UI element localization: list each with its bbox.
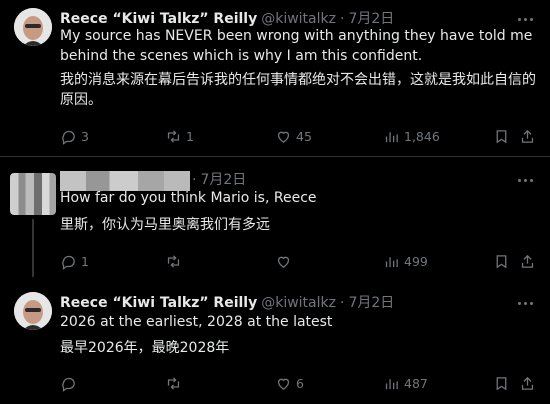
repost-button[interactable] xyxy=(165,253,182,270)
tweet[interactable]: Reece “Kiwi Talkz” Reilly @kiwitalkz · 7… xyxy=(0,282,550,404)
views-icon xyxy=(385,379,398,390)
views-icon xyxy=(385,257,398,268)
tweet-text: 2026 at the earliest, 2028 at the latest xyxy=(60,314,333,330)
author-name[interactable]: Reece “Kiwi Talkz” Reilly xyxy=(60,295,257,311)
views-count: 1,846 xyxy=(404,129,440,144)
avatar[interactable] xyxy=(10,173,56,215)
tweet-translation: 我的消息来源在幕后告诉我的任何事情都绝对不会出错，这就是我如此自信的原因。 xyxy=(60,72,536,108)
reply-button[interactable]: 1 xyxy=(60,253,89,270)
share-button[interactable] xyxy=(519,375,536,392)
separator: · xyxy=(339,11,345,27)
more-icon[interactable] xyxy=(516,171,534,189)
tweet[interactable]: Reece “Kiwi Talkz” Reilly @kiwitalkz · 7… xyxy=(0,0,550,156)
more-icon[interactable] xyxy=(516,294,534,312)
bookmark-button[interactable] xyxy=(493,375,510,392)
share-icon xyxy=(521,129,534,143)
reply-count: 1 xyxy=(81,254,89,269)
views-count: 487 xyxy=(404,376,428,391)
thread-line xyxy=(32,219,34,277)
repost-button[interactable] xyxy=(165,375,182,392)
author-handle[interactable]: @kiwitalkz xyxy=(261,295,336,311)
like-button[interactable] xyxy=(275,253,292,270)
like-count: 6 xyxy=(296,376,304,391)
avatar[interactable] xyxy=(14,8,52,46)
bookmark-button[interactable] xyxy=(493,128,510,145)
views-button[interactable]: 1,846 xyxy=(383,128,440,145)
bookmark-icon xyxy=(496,377,507,391)
tweet-text: How far do you think Mario is, Reece xyxy=(60,190,317,206)
views-button[interactable]: 487 xyxy=(383,375,428,392)
tweet[interactable]: · 7月2日 How far do you think Mario is, Re… xyxy=(0,157,550,282)
separator: · xyxy=(339,295,345,311)
tweet-date[interactable]: 7月2日 xyxy=(348,292,394,312)
avatar[interactable] xyxy=(14,292,52,330)
repost-icon xyxy=(167,377,180,390)
views-button[interactable]: 499 xyxy=(383,253,428,270)
tweet-actions: 1 499 xyxy=(60,253,536,273)
reply-icon xyxy=(62,130,75,145)
separator: · xyxy=(192,172,197,188)
like-button[interactable]: 45 xyxy=(275,128,312,145)
share-button[interactable] xyxy=(519,128,536,145)
author-name[interactable]: Reece “Kiwi Talkz” Reilly xyxy=(60,11,257,27)
reply-count: 3 xyxy=(81,129,89,144)
author-handle[interactable]: @kiwitalkz xyxy=(261,11,336,27)
tweet-date[interactable]: 7月2日 xyxy=(348,8,394,28)
tweet-actions: 6 487 xyxy=(60,375,536,395)
tweet-date[interactable]: 7月2日 xyxy=(200,169,246,189)
like-icon xyxy=(277,378,290,390)
like-count: 45 xyxy=(296,129,312,144)
bookmark-icon xyxy=(496,255,507,269)
views-count: 499 xyxy=(404,254,428,269)
reply-button[interactable] xyxy=(60,375,77,392)
tweet-actions: 3 1 45 1,846 xyxy=(60,128,536,148)
repost-icon xyxy=(167,130,180,143)
repost-count: 1 xyxy=(186,129,194,144)
tweet-translation: 最早2026年，最晚2028年 xyxy=(60,340,230,356)
like-button[interactable]: 6 xyxy=(275,375,304,392)
bookmark-button[interactable] xyxy=(493,253,510,270)
like-icon xyxy=(277,131,290,143)
share-icon xyxy=(521,376,534,390)
repost-icon xyxy=(167,255,180,268)
share-icon xyxy=(521,254,534,268)
reply-icon xyxy=(62,377,75,392)
tweet-translation: 里斯，你认为马里奥离我们有多远 xyxy=(60,217,270,233)
views-icon xyxy=(385,132,398,143)
repost-button[interactable]: 1 xyxy=(165,128,194,145)
like-icon xyxy=(277,256,290,268)
bookmark-icon xyxy=(496,130,507,144)
share-button[interactable] xyxy=(519,253,536,270)
reply-button[interactable]: 3 xyxy=(60,128,89,145)
reply-icon xyxy=(62,255,75,270)
tweet-text: My source has NEVER been wrong with anyt… xyxy=(60,28,533,64)
